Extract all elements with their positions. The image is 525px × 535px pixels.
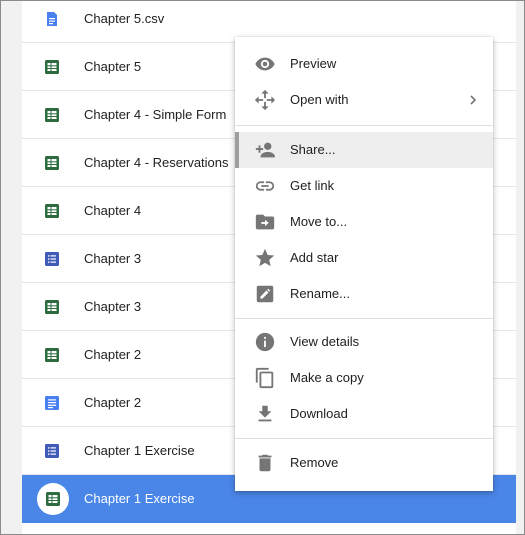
menu-item-label: Share...: [290, 142, 336, 157]
menu-item-label: Move to...: [290, 214, 348, 229]
chevron-right-icon: [470, 95, 477, 105]
sheet-file-icon: [45, 348, 59, 362]
eye-icon: [255, 57, 275, 71]
file-name: Chapter 3: [84, 251, 142, 266]
menu-item-label: Open with: [290, 92, 349, 107]
menu-item-label: Make a copy: [290, 370, 364, 385]
file-name: Chapter 2: [84, 347, 142, 362]
menu-item-label: Rename...: [290, 286, 350, 301]
star-icon: [255, 248, 275, 267]
menu-item-label: Add star: [290, 250, 339, 265]
file-name: Chapter 5.csv: [84, 11, 165, 26]
menu-item-view-details[interactable]: View details: [235, 324, 493, 360]
menu-divider: [235, 125, 493, 126]
folder-move-icon: [255, 214, 275, 230]
file-name: Chapter 1 Exercise: [84, 443, 195, 458]
doc-file-icon: [45, 396, 59, 410]
menu-item-move-to[interactable]: Move to...: [235, 204, 493, 240]
menu-item-add-star[interactable]: Add star: [235, 240, 493, 276]
menu-divider: [235, 318, 493, 319]
sheet-file-icon: [45, 300, 59, 314]
menu-item-rename[interactable]: Rename...: [235, 276, 493, 312]
file-name: Chapter 2: [84, 395, 142, 410]
file-name: Chapter 1 Exercise: [84, 491, 195, 506]
menu-item-label: Get link: [290, 178, 335, 193]
menu-item-label: Preview: [290, 56, 337, 71]
copy-icon: [255, 367, 274, 389]
form-file-icon: [45, 444, 59, 458]
link-icon: [255, 181, 275, 191]
file-name: Chapter 3: [84, 299, 142, 314]
menu-item-remove[interactable]: Remove: [235, 445, 493, 481]
file-name: Chapter 4 - Simple Form: [84, 107, 227, 122]
menu-item-preview[interactable]: Preview: [235, 46, 493, 82]
sheet-file-icon: [45, 60, 59, 74]
menu-item-make-copy[interactable]: Make a copy: [235, 360, 493, 396]
sheet-file-icon: [45, 204, 59, 218]
menu-divider: [235, 438, 493, 439]
form-file-icon: [45, 252, 59, 266]
menu-item-label: Remove: [290, 455, 339, 470]
person-add-icon: [255, 142, 276, 158]
doc-file-icon: [47, 12, 57, 26]
menu-item-share[interactable]: Share...: [235, 132, 493, 168]
menu-item-label: View details: [290, 334, 360, 349]
sheet-file-icon: [45, 156, 59, 170]
menu-item-open-with[interactable]: Open with: [235, 82, 493, 118]
move-arrows-icon: [254, 89, 276, 111]
download-icon: [258, 405, 272, 422]
menu-item-get-link[interactable]: Get link: [235, 168, 493, 204]
info-icon: [255, 332, 275, 352]
sheet-file-icon: [46, 492, 60, 506]
file-name: Chapter 4: [84, 203, 142, 218]
menu-item-download[interactable]: Download: [235, 396, 493, 432]
menu-item-label: Download: [290, 406, 348, 421]
sheet-file-icon: [45, 108, 59, 122]
file-name: Chapter 5: [84, 59, 142, 74]
trash-icon: [258, 454, 272, 472]
file-name: Chapter 4 - Reservations: [84, 155, 229, 170]
context-menu: Preview Open with Share... Get link Move…: [235, 37, 493, 491]
pencil-icon: [256, 285, 274, 303]
